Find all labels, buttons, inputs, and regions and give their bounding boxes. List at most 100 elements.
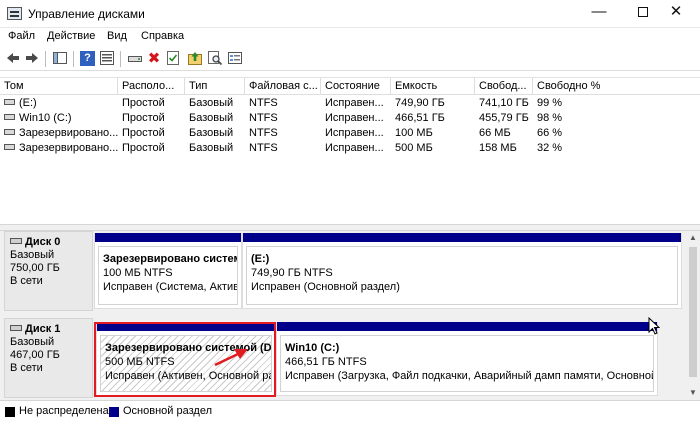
column-header-capacity[interactable]: Емкость — [391, 78, 475, 95]
checklist-icon — [167, 51, 179, 65]
partition-size: 749,90 ГБ NTFS — [251, 267, 333, 279]
minimize-button[interactable]: — — [577, 1, 621, 25]
table-row[interactable]: (E:) Простой Базовый NTFS Исправен... 74… — [0, 96, 700, 111]
cell-free-space: 158 МБ — [479, 142, 517, 154]
search-button[interactable] — [206, 50, 224, 68]
table-row[interactable]: Зарезервировано... Простой Базовый NTFS … — [0, 126, 700, 141]
disk-0-size: 750,00 ГБ — [10, 262, 60, 274]
vertical-scrollbar[interactable]: ▲ ▼ — [686, 231, 700, 400]
cell-status: Исправен... — [325, 142, 384, 154]
primary-partition-bar — [95, 233, 241, 244]
cell-filesystem: NTFS — [249, 97, 278, 109]
disk-icon — [10, 238, 22, 244]
maximize-icon — [638, 7, 648, 17]
cell-filesystem: NTFS — [249, 112, 278, 124]
legend-bar: Не распределена Основной раздел — [0, 400, 700, 422]
back-button[interactable] — [4, 50, 22, 68]
show-console-tree-button[interactable] — [51, 50, 69, 68]
partition-status: Исправен (Активен, Основной разд — [105, 370, 272, 382]
cell-free-percent: 66 % — [537, 127, 563, 139]
cell-free-percent: 32 % — [537, 142, 563, 154]
legend-unallocated: Не распределена — [19, 405, 109, 417]
partition-body: Win10 (C:) 466,51 ГБ NTFS Исправен (Загр… — [280, 335, 654, 392]
disk-icon — [10, 325, 22, 331]
partition-name: Зарезервировано системой (D:) — [105, 342, 272, 354]
forward-button[interactable] — [23, 50, 41, 68]
column-header-free-space[interactable]: Свобод... — [475, 78, 533, 95]
partition-disk1-c[interactable]: Win10 (C:) 466,51 ГБ NTFS Исправен (Загр… — [276, 322, 658, 396]
cell-capacity: 500 МБ — [395, 142, 433, 154]
column-header-status[interactable]: Состояние — [321, 78, 391, 95]
toolbar-separator — [120, 51, 121, 67]
cell-volume: Win10 (C:) — [0, 111, 118, 126]
volume-name: (E:) — [19, 97, 37, 109]
unallocated-swatch — [5, 407, 15, 417]
upload-button[interactable] — [186, 50, 204, 68]
volume-icon — [4, 144, 15, 150]
pane-splitter[interactable] — [0, 224, 700, 231]
volume-icon — [4, 114, 15, 120]
cell-capacity: 749,90 ГБ — [395, 97, 445, 109]
disk-1-status: В сети — [10, 362, 43, 374]
console-tree-icon — [53, 52, 67, 64]
cell-capacity: 100 МБ — [395, 127, 433, 139]
partition-body: (E:) 749,90 ГБ NTFS Исправен (Основной р… — [246, 246, 678, 305]
primary-partition-bar — [277, 322, 657, 333]
volume-name: Зарезервировано... — [19, 127, 118, 139]
cell-status: Исправен... — [325, 127, 384, 139]
close-button[interactable]: ✕ — [654, 1, 698, 25]
cell-volume: Зарезервировано... — [0, 141, 118, 156]
partition-disk0-e[interactable]: (E:) 749,90 ГБ NTFS Исправен (Основной р… — [242, 233, 682, 309]
partition-size: 100 МБ NTFS — [103, 267, 173, 279]
cell-layout: Простой — [122, 142, 165, 154]
disk-0-label[interactable]: Диск 0 Базовый 750,00 ГБ В сети — [4, 231, 93, 311]
column-header-filesystem[interactable]: Файловая с... — [245, 78, 321, 95]
scroll-down-icon[interactable]: ▼ — [686, 386, 700, 400]
table-row[interactable]: Зарезервировано... Простой Базовый NTFS … — [0, 141, 700, 156]
cell-free-space: 741,10 ГБ — [479, 97, 529, 109]
cell-type: Базовый — [189, 142, 234, 154]
scroll-thumb[interactable] — [689, 247, 697, 377]
settings-list-button[interactable] — [226, 50, 244, 68]
volume-name: Зарезервировано... — [19, 142, 118, 154]
column-header-layout[interactable]: Располо... — [118, 78, 185, 95]
help-icon: ? — [80, 51, 95, 66]
volume-table: Том Располо... Тип Файловая с... Состоян… — [0, 77, 700, 224]
cell-layout: Простой — [122, 112, 165, 124]
partition-name: (E:) — [251, 253, 270, 265]
menu-help[interactable]: Справка — [141, 30, 184, 42]
connect-icon — [128, 56, 142, 62]
check-button[interactable] — [164, 50, 182, 68]
primary-partition-bar — [97, 322, 275, 333]
disk-0-status: В сети — [10, 275, 43, 287]
delete-button[interactable]: ✖ — [145, 50, 163, 68]
table-row[interactable]: Win10 (C:) Простой Базовый NTFS Исправен… — [0, 111, 700, 126]
help-button[interactable]: ? — [79, 50, 97, 68]
cell-capacity: 466,51 ГБ — [395, 112, 445, 124]
title-bar: Управление дисками — ✕ — [0, 0, 700, 28]
toolbar: ? ✖ — [0, 47, 700, 71]
partition-body: Зарезервировано системой 100 МБ NTFS Исп… — [98, 246, 238, 305]
connect-disk-button[interactable] — [126, 50, 144, 68]
properties-icon — [100, 51, 114, 65]
volume-name: Win10 (C:) — [19, 112, 72, 124]
cell-type: Базовый — [189, 127, 234, 139]
partition-status: Исправен (Загрузка, Файл подкачки, Авари… — [285, 370, 654, 382]
cell-status: Исправен... — [325, 97, 384, 109]
partition-disk0-reserved[interactable]: Зарезервировано системой 100 МБ NTFS Исп… — [94, 233, 242, 309]
column-header-type[interactable]: Тип — [185, 78, 245, 95]
volume-icon — [4, 129, 15, 135]
menu-file[interactable]: Файл — [8, 30, 35, 42]
toolbar-separator — [45, 51, 46, 67]
partition-status: Исправен (Основной раздел) — [251, 281, 400, 293]
column-header-free-percent[interactable]: Свободно % — [533, 78, 700, 95]
scroll-up-icon[interactable]: ▲ — [686, 231, 700, 245]
menu-action[interactable]: Действие — [47, 30, 95, 42]
column-header-volume[interactable]: Том — [0, 78, 118, 95]
window-title: Управление дисками — [28, 7, 145, 21]
disk-1-label[interactable]: Диск 1 Базовый 467,00 ГБ В сети — [4, 318, 93, 398]
forward-arrow-icon — [26, 53, 38, 63]
partition-disk1-reserved-d[interactable]: Зарезервировано системой (D:) 500 МБ NTF… — [96, 322, 276, 396]
properties-button[interactable] — [98, 50, 116, 68]
menu-view[interactable]: Вид — [107, 30, 127, 42]
